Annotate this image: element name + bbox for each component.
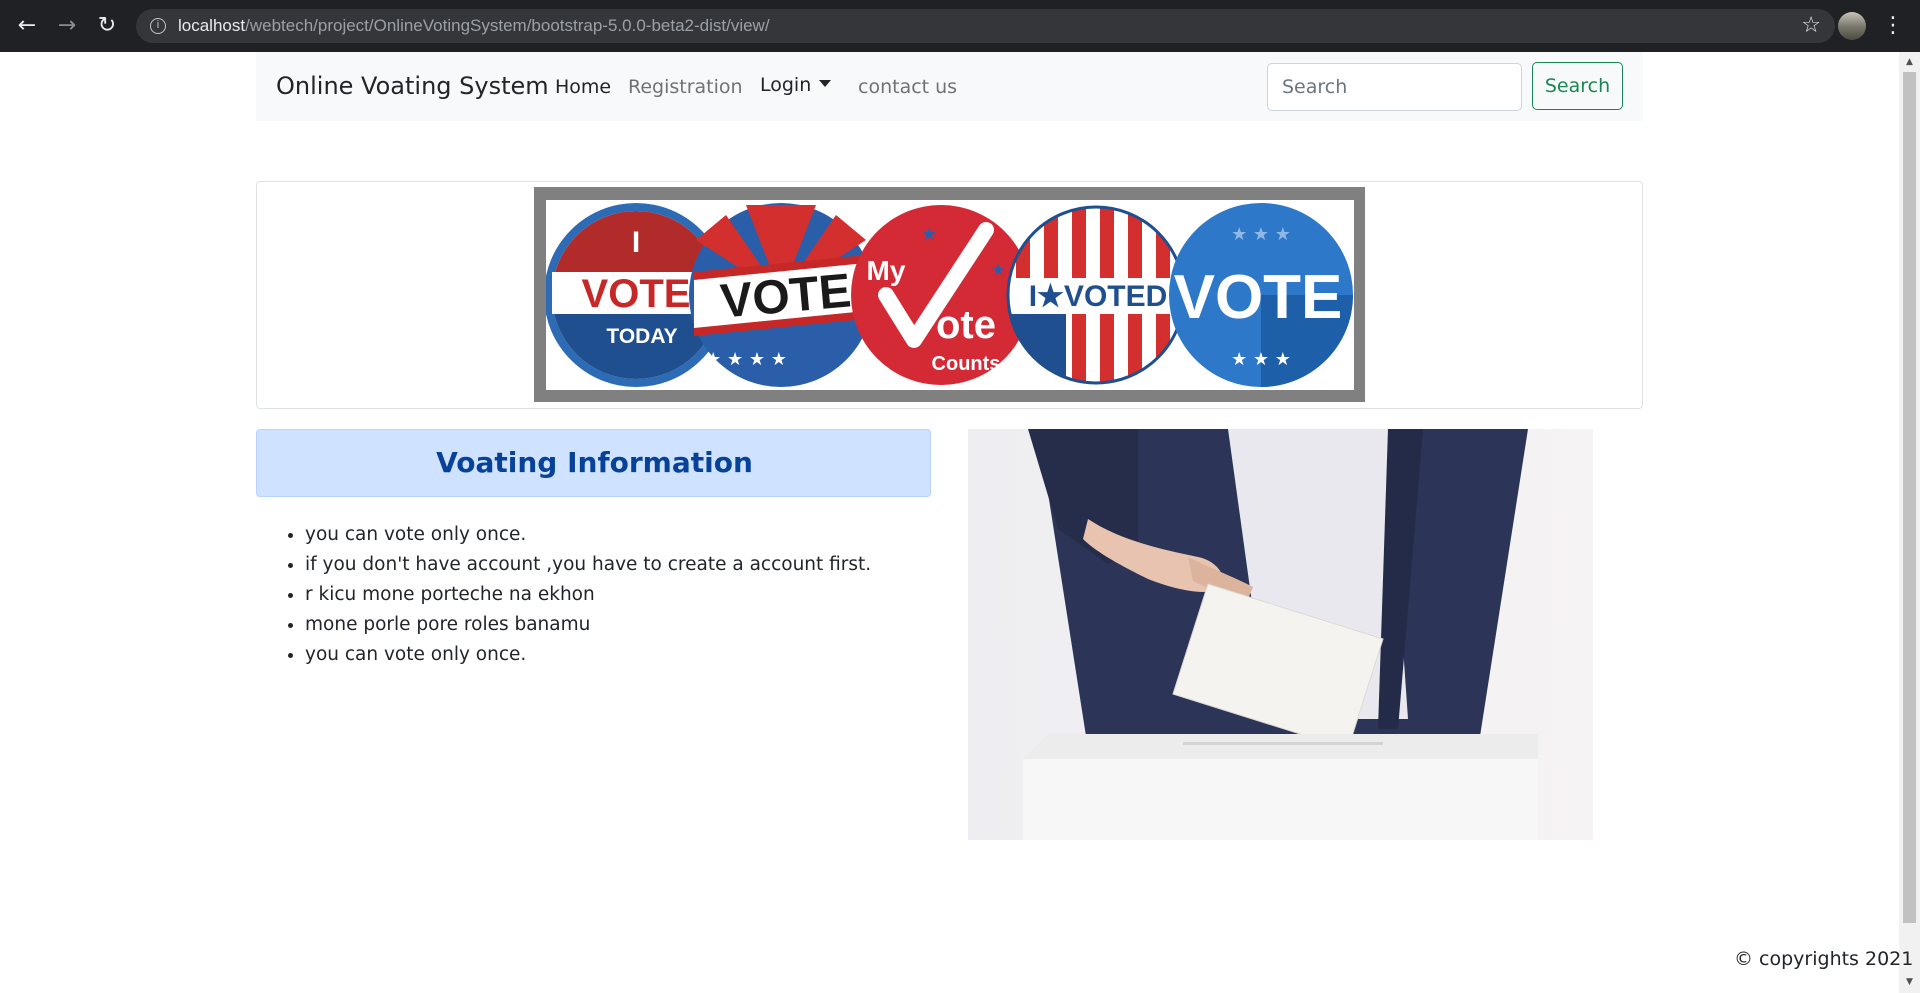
vote-badges-image: I VOTE TODAY VOTE ★ ★ ★ ★ My ote Counts …	[546, 203, 1353, 387]
vote-badges-banner: I VOTE TODAY VOTE ★ ★ ★ ★ My ote Counts …	[546, 200, 1354, 390]
list-item: if you don't have account ,you have to c…	[305, 550, 871, 580]
ballot-box-photo	[968, 429, 1593, 840]
url-text[interactable]: localhost/webtech/project/OnlineVotingSy…	[178, 16, 770, 36]
scroll-down-arrow-icon[interactable]: ▼	[1903, 976, 1916, 988]
badge-4-main: I★VOTED	[1029, 280, 1168, 313]
profile-avatar[interactable]	[1838, 12, 1866, 40]
navbar: Online Voating System Home Registration …	[256, 52, 1643, 121]
url-path: /webtech/project/OnlineVotingSystem/boot…	[245, 16, 770, 35]
nav-link-contact[interactable]: contact us	[858, 76, 957, 98]
badge-vote-blue: VOTE ★ ★ ★ ★ ★ ★	[1169, 203, 1353, 387]
scroll-up-arrow-icon[interactable]: ▲	[1903, 56, 1916, 68]
nav-dropdown-login[interactable]: Login	[760, 74, 832, 96]
badge-2-main: VOTE	[718, 264, 853, 328]
badge-my-vote-counts: My ote Counts ★ ★	[851, 205, 1031, 385]
bookmark-star-icon[interactable]: ☆	[1801, 13, 1821, 38]
badge-1-top: I	[632, 226, 640, 259]
info-icon[interactable]: i	[150, 18, 166, 34]
reload-icon[interactable]: ↻	[94, 13, 120, 39]
badge-i-voted: I★VOTED	[1006, 205, 1186, 385]
address-bar[interactable]: i localhost/webtech/project/OnlineVoting…	[136, 9, 1835, 43]
kebab-menu-icon[interactable]: ⋮	[1882, 13, 1904, 39]
svg-text:★ ★ ★ ★: ★ ★ ★ ★	[705, 349, 787, 370]
svg-text:★: ★	[921, 224, 937, 245]
navbar-brand[interactable]: Online Voating System	[276, 72, 549, 100]
svg-text:★: ★	[991, 260, 1005, 279]
badge-3-main: ote	[936, 303, 996, 347]
forward-arrow-icon[interactable]: →	[54, 13, 80, 39]
nav-login-label: Login	[760, 74, 812, 96]
badge-3-bottom: Counts	[932, 353, 1001, 375]
search-button[interactable]: Search	[1532, 62, 1623, 110]
ballot-photo-image	[968, 429, 1593, 840]
badge-3-top: My	[867, 255, 906, 286]
nav-link-registration[interactable]: Registration	[628, 76, 743, 98]
list-item: mone porle pore roles banamu	[305, 610, 871, 640]
svg-text:★ ★ ★: ★ ★ ★	[1231, 349, 1291, 370]
caret-down-icon	[819, 80, 832, 87]
url-host: localhost	[178, 16, 246, 35]
list-item: r kicu mone porteche na ekhon	[305, 580, 871, 610]
scrollbar-thumb[interactable]	[1903, 72, 1916, 923]
badge-1-main: VOTE	[582, 272, 691, 316]
voting-info-title: Voating Information	[436, 446, 753, 479]
nav-link-home[interactable]: Home	[555, 76, 611, 98]
search-input[interactable]	[1267, 63, 1522, 111]
svg-text:★ ★ ★: ★ ★ ★	[1231, 224, 1291, 245]
badge-5-main: VOTE	[1174, 263, 1343, 332]
badge-vote-starburst: VOTE ★ ★ ★ ★	[689, 203, 876, 387]
footer-copyright: © copyrights 2021	[1734, 948, 1914, 970]
list-item: you can vote only once.	[305, 520, 871, 550]
badge-1-bottom: TODAY	[606, 325, 677, 348]
back-arrow-icon[interactable]: ←	[14, 13, 40, 39]
browser-toolbar: ← → ↻ i localhost/webtech/project/Online…	[0, 0, 1920, 52]
list-item: you can vote only once.	[305, 640, 871, 670]
voting-info-list: you can vote only once. if you don't hav…	[281, 520, 871, 670]
voting-info-alert: Voating Information	[256, 429, 931, 497]
